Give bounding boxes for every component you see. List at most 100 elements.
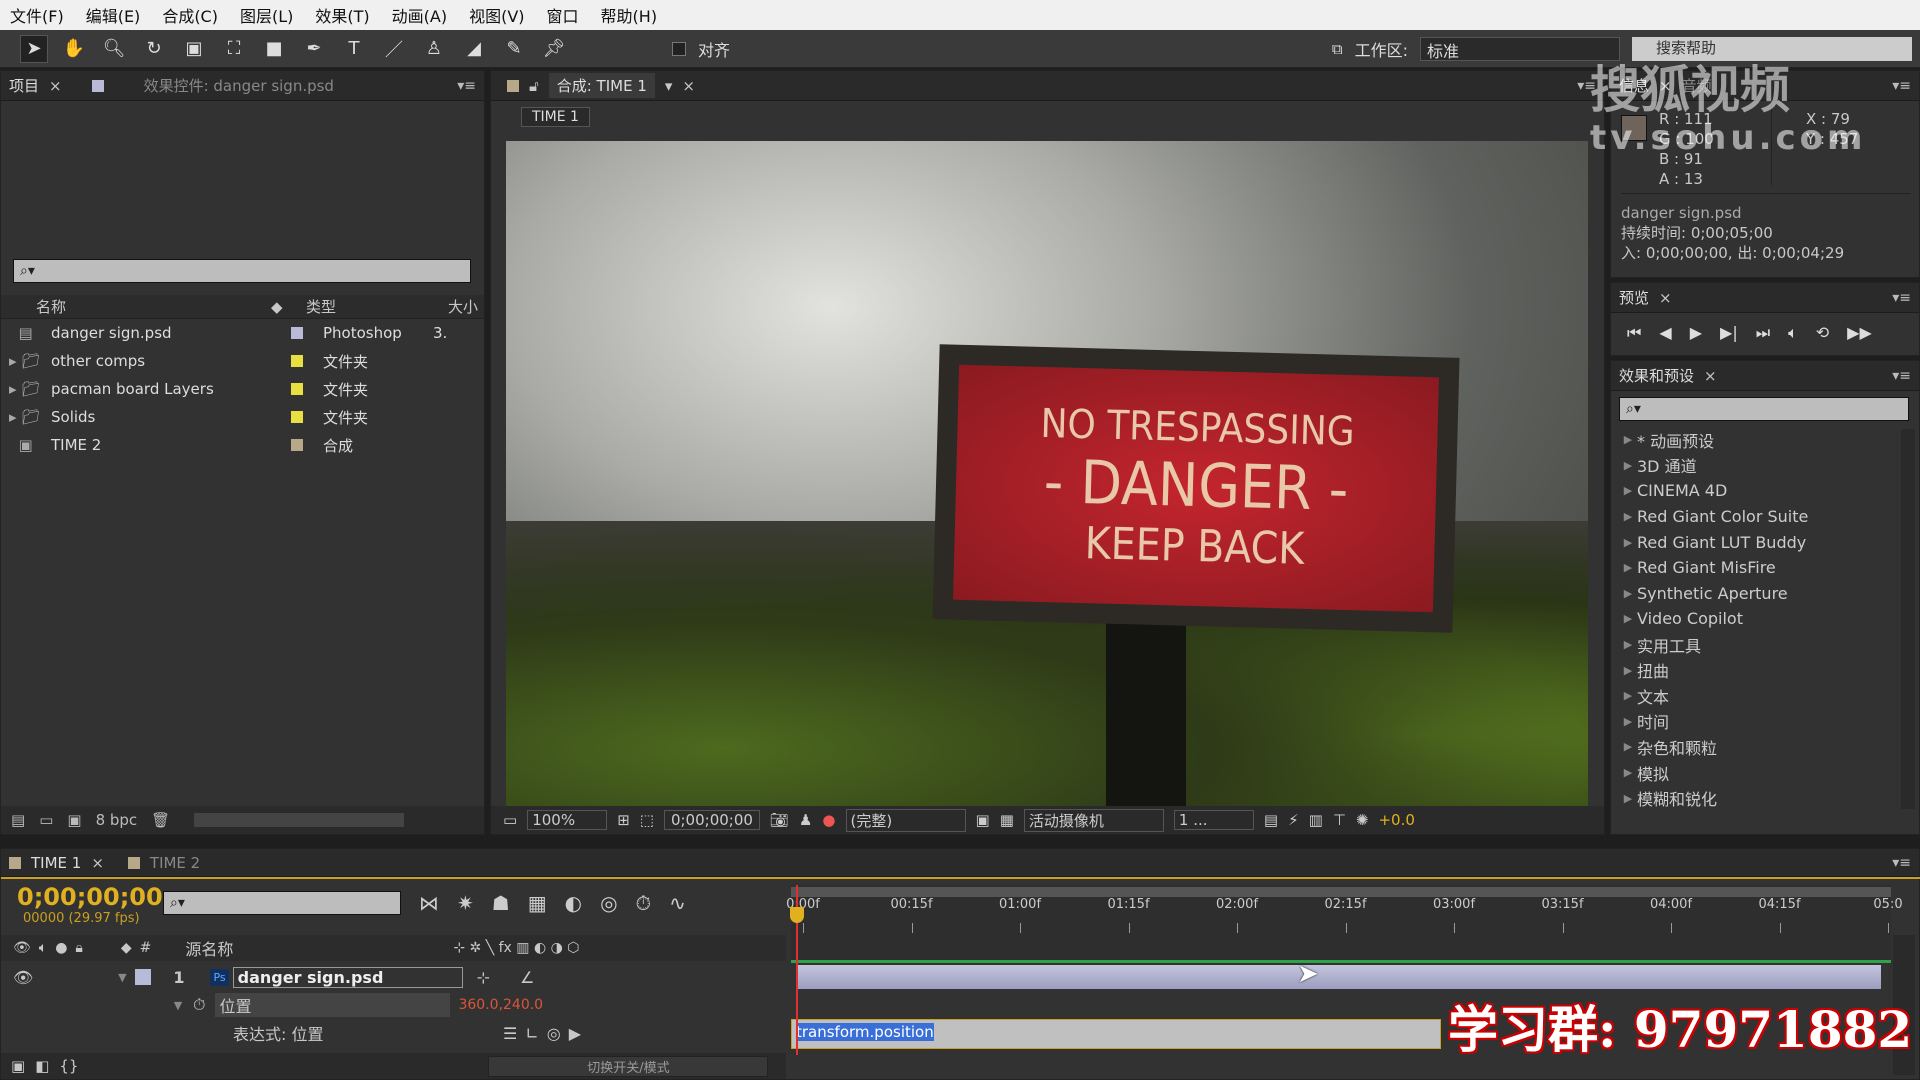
auto-keyframe-icon[interactable]: ⏱ (636, 891, 652, 915)
bpc-button[interactable]: 8 bpc (96, 811, 138, 829)
close-icon[interactable]: × (682, 77, 695, 95)
expand-arrow-icon[interactable]: ▼ (113, 971, 131, 984)
toggle-pixel-icon[interactable]: ▤ (1264, 811, 1278, 829)
brush-tool-icon[interactable]: ／ (380, 35, 408, 63)
project-item[interactable]: ▸ 📁︎ other comps 文件夹 (1, 347, 484, 375)
label-color-icon[interactable] (135, 969, 152, 985)
last-frame-icon[interactable]: ⏭ (1756, 323, 1770, 343)
column-name[interactable]: 名称 (36, 296, 271, 317)
comp-dropdown-icon[interactable]: ▾ (665, 77, 673, 95)
close-icon[interactable]: × (1704, 367, 1717, 385)
effects-category[interactable]: ▶ 实用工具 (1619, 632, 1919, 658)
project-item[interactable]: ▣ TIME 2 合成 (1, 431, 484, 459)
comp-viewer-image[interactable]: NO TRESPASSING - DANGER - KEEP BACK (506, 141, 1588, 806)
label-icon[interactable]: ◆ (121, 940, 132, 956)
work-area-bar[interactable] (791, 887, 1891, 897)
motion-blur-icon[interactable]: ◐ (565, 891, 582, 915)
channel-icon[interactable]: ● (822, 811, 835, 829)
effects-category[interactable]: ▶ 杂色和颗粒 (1619, 734, 1919, 760)
ram-preview-icon[interactable]: ▶▶ (1847, 323, 1872, 343)
video-switch-icon[interactable]: 👁︎ (13, 940, 31, 956)
expand-arrow-icon[interactable]: ▶ (1619, 536, 1637, 549)
in-out-icon[interactable]: {} (59, 1057, 78, 1075)
show-snapshot-icon[interactable]: ♟ (799, 811, 812, 829)
close-icon[interactable]: × (49, 77, 62, 95)
panel-menu-icon[interactable]: ▾≡ (457, 78, 476, 94)
lock-icon[interactable]: 🔓︎ (529, 77, 539, 95)
close-icon[interactable]: × (1659, 289, 1672, 307)
timeline-icon[interactable]: ▥ (1309, 811, 1323, 829)
effects-category[interactable]: ▶ Red Giant MisFire (1619, 555, 1919, 581)
audio-icon[interactable]: 🔈︎ (1788, 323, 1798, 343)
pen-tool-icon[interactable]: ✒ (300, 35, 328, 63)
lock-icon[interactable]: 🔒︎ (75, 940, 82, 956)
project-search-input[interactable]: ⌕▾ (13, 259, 471, 283)
type-tool-icon[interactable]: T (340, 35, 368, 63)
menu-view[interactable]: 视图(V) (469, 3, 524, 27)
draft-3d-icon[interactable]: ✷ (457, 891, 474, 915)
menu-help[interactable]: 帮助(H) (601, 3, 658, 27)
tab-time2[interactable]: TIME 2 (150, 854, 200, 872)
expand-arrow-icon[interactable]: ▶ (1619, 689, 1637, 702)
effects-category[interactable]: ▶ 文本 (1619, 683, 1919, 709)
new-folder-icon[interactable]: ▭ (39, 811, 53, 829)
rotate-tool-icon[interactable]: ↻ (140, 35, 168, 63)
effects-search-input[interactable]: ⌕▾ (1619, 397, 1909, 421)
time-ruler[interactable]: 0:00f 00:15f 01:00f 01:15f 02:00f 02:15f 03:00… (786, 885, 1903, 935)
tab-project[interactable]: 项目 (9, 75, 39, 96)
expand-arrow-icon[interactable]: ▶ (1619, 510, 1637, 523)
timeline-search-input[interactable]: ⌕▾ (163, 891, 401, 915)
label-color-icon[interactable] (291, 327, 303, 339)
column-type[interactable]: 类型 (306, 296, 406, 317)
effects-category[interactable]: ▶ * 动画预设 (1619, 427, 1919, 453)
audio-switch-icon[interactable]: 🔈︎ (39, 940, 47, 956)
graph-editor-icon[interactable]: ∿ (669, 891, 686, 915)
hand-tool-icon[interactable]: ✋ (60, 35, 88, 63)
tab-composition[interactable]: 合成: TIME 1 (548, 73, 655, 98)
expression-language-icon[interactable]: ▶ (569, 1024, 581, 1043)
expand-arrow-icon[interactable]: ▶ (1619, 484, 1637, 497)
always-preview-icon[interactable]: ▭ (503, 811, 517, 829)
transfer-controls-icon[interactable]: ◧ (35, 1057, 49, 1075)
snapshot-icon[interactable]: 📷︎ (770, 811, 789, 829)
menu-layer[interactable]: 图层(L) (240, 3, 293, 27)
exposure-value[interactable]: +0.0 (1378, 811, 1414, 829)
source-name-header[interactable]: 源名称 (185, 936, 445, 960)
layer-switches-icon[interactable]: ▣ (11, 1057, 25, 1075)
expand-arrow-icon[interactable]: ▶ (1619, 561, 1637, 574)
exposure-icon[interactable]: ✺ (1356, 811, 1369, 829)
expression-field[interactable]: transform.position (791, 1019, 1441, 1049)
shy-layers-icon[interactable]: ☗ (492, 891, 510, 915)
close-icon[interactable]: × (91, 854, 104, 872)
expression-pickwhip-icon[interactable]: ◎ (547, 1024, 561, 1043)
folder-icon[interactable]: ▸ 📁︎ (1, 408, 51, 426)
play-icon[interactable]: ▶ (1690, 323, 1702, 343)
tab-effects-presets[interactable]: 效果和预设 (1619, 365, 1694, 386)
effects-category[interactable]: ▶ 模拟 (1619, 760, 1919, 786)
visibility-icon[interactable]: 👁︎ (13, 968, 33, 987)
menu-composition[interactable]: 合成(C) (162, 3, 218, 27)
menu-animation[interactable]: 动画(A) (392, 3, 447, 27)
expand-arrow-icon[interactable]: ▶ (1619, 587, 1637, 600)
effects-category[interactable]: ▶ 扭曲 (1619, 657, 1919, 683)
layer-row[interactable]: 👁︎ ▼ 1 Ps danger sign.psd ⊹ ∠ (1, 963, 786, 991)
expand-arrow-icon[interactable]: ▶ (1619, 715, 1637, 728)
stopwatch-icon[interactable]: ⏱ (193, 995, 205, 1015)
label-color-icon[interactable] (291, 355, 303, 367)
zoom-tool-icon[interactable]: 🔍︎ (100, 35, 128, 63)
quality-switch-icon[interactable]: ∠ (520, 968, 534, 987)
clone-stamp-tool-icon[interactable]: ♙ (420, 35, 448, 63)
views-select[interactable]: 1 ... (1173, 810, 1254, 830)
menu-edit[interactable]: 编辑(E) (86, 3, 141, 27)
camera-select[interactable]: 活动摄像机 (1023, 808, 1164, 832)
effects-category[interactable]: ▶ Red Giant Color Suite (1619, 504, 1919, 530)
selection-tool-icon[interactable]: ➤ (20, 34, 48, 63)
effects-category[interactable]: ▶ 模糊和锐化 (1619, 785, 1919, 811)
loop-icon[interactable]: ⟲ (1816, 323, 1829, 343)
expand-arrow-icon[interactable]: ▶ (1619, 459, 1637, 472)
new-comp-icon[interactable]: ▣ (67, 811, 81, 829)
comp-breadcrumb[interactable]: TIME 1 (521, 107, 590, 127)
effects-category[interactable]: ▶ 3D 通道 (1619, 453, 1919, 479)
composition-mini-flowchart-icon[interactable]: ⋈ (419, 891, 439, 915)
puppet-pin-tool-icon[interactable]: 📌︎ (540, 35, 568, 63)
